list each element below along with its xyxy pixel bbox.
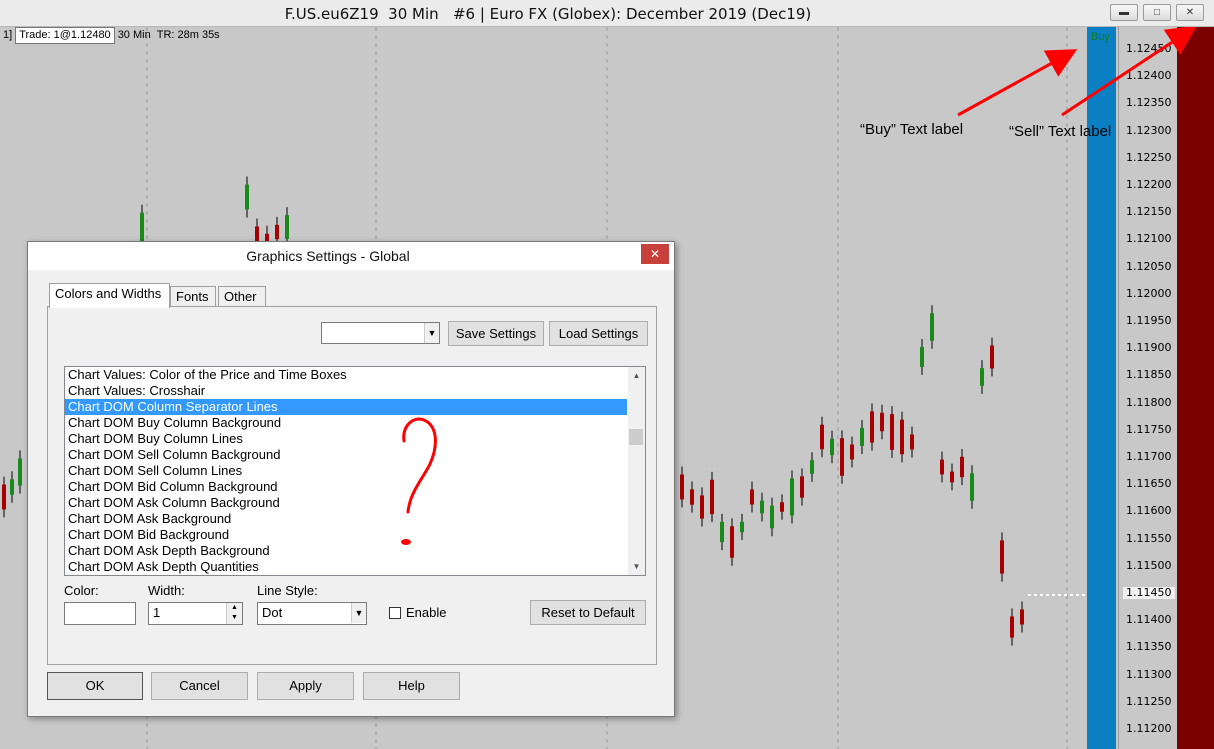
width-label: Width:	[148, 583, 185, 598]
list-scrollbar[interactable]: ▲ ▼	[628, 367, 645, 575]
tab-other[interactable]: Other	[218, 286, 266, 308]
ok-button[interactable]: OK	[47, 672, 143, 700]
list-item[interactable]: Chart DOM Sell Column Background	[65, 447, 627, 463]
list-item[interactable]: Chart DOM Ask Column Background	[65, 495, 627, 511]
minimize-button[interactable]: ▬	[1110, 4, 1138, 21]
width-value: 1	[153, 605, 161, 620]
close-window-button[interactable]: ✕	[1176, 4, 1204, 21]
list-item[interactable]: Chart DOM Bid Column Background	[65, 479, 627, 495]
dialog-titlebar: Graphics Settings - Global ✕	[28, 242, 674, 270]
window-title: F.US.eu6Z19 30 Min #6 | Euro FX (Globex)…	[284, 5, 812, 23]
preset-select[interactable]: ▼	[321, 322, 440, 344]
tab-colors-and-widths[interactable]: Colors and Widths	[49, 283, 170, 308]
list-item[interactable]: Chart DOM Sell Column Lines	[65, 463, 627, 479]
graphics-settings-dialog: Graphics Settings - Global ✕ Colors and …	[27, 241, 675, 717]
list-item[interactable]: Chart DOM Ask Background	[65, 511, 627, 527]
reset-to-default-button[interactable]: Reset to Default	[530, 600, 646, 625]
sell-arrow	[1061, 27, 1198, 117]
list-item[interactable]: Chart DOM Column Separator Lines	[65, 399, 627, 415]
apply-button[interactable]: Apply	[257, 672, 354, 700]
color-swatch[interactable]	[64, 602, 136, 625]
line-style-label: Line Style:	[257, 583, 318, 598]
save-settings-button[interactable]: Save Settings	[448, 321, 544, 346]
chevron-down-icon: ▼	[424, 323, 439, 343]
line-style-select[interactable]: Dot ▼	[257, 602, 367, 625]
window-titlebar: F.US.eu6Z19 30 Min #6 | Euro FX (Globex)…	[0, 0, 1214, 27]
enable-checkbox[interactable]	[389, 607, 401, 619]
list-item[interactable]: Chart DOM Buy Column Lines	[65, 431, 627, 447]
load-settings-button[interactable]: Load Settings	[549, 321, 648, 346]
width-stepper[interactable]: 1 ▲ ▼	[148, 602, 243, 625]
line-style-value: Dot	[262, 605, 283, 620]
tab-fonts[interactable]: Fonts	[170, 286, 216, 308]
scroll-thumb[interactable]	[629, 429, 643, 445]
list-item[interactable]: Chart DOM Ask Depth Background	[65, 543, 627, 559]
list-item[interactable]: Chart Values: Crosshair	[65, 383, 627, 399]
chevron-down-icon: ▼	[351, 603, 366, 623]
enable-label: Enable	[406, 605, 447, 620]
restore-button[interactable]: □	[1143, 4, 1171, 21]
dialog-title: Graphics Settings - Global	[246, 248, 410, 264]
color-label: Color:	[64, 583, 99, 598]
list-item[interactable]: Chart Values: Color of the Price and Tim…	[65, 367, 627, 383]
list-item[interactable]: Chart DOM Bid Background	[65, 527, 627, 543]
list-item[interactable]: Chart DOM Buy Column Background	[65, 415, 627, 431]
cancel-button[interactable]: Cancel	[151, 672, 248, 700]
help-button[interactable]: Help	[363, 672, 460, 700]
scroll-up-icon[interactable]: ▲	[628, 367, 645, 384]
buy-arrow	[957, 49, 1078, 117]
spin-arrows-icon[interactable]: ▲ ▼	[226, 603, 242, 624]
graphics-element-list[interactable]: Chart Values: Color of the Price and Tim…	[64, 366, 646, 576]
dialog-close-button[interactable]: ✕	[641, 244, 669, 264]
scroll-down-icon[interactable]: ▼	[628, 558, 645, 575]
list-item[interactable]: Chart DOM Ask Depth Quantities	[65, 559, 627, 575]
